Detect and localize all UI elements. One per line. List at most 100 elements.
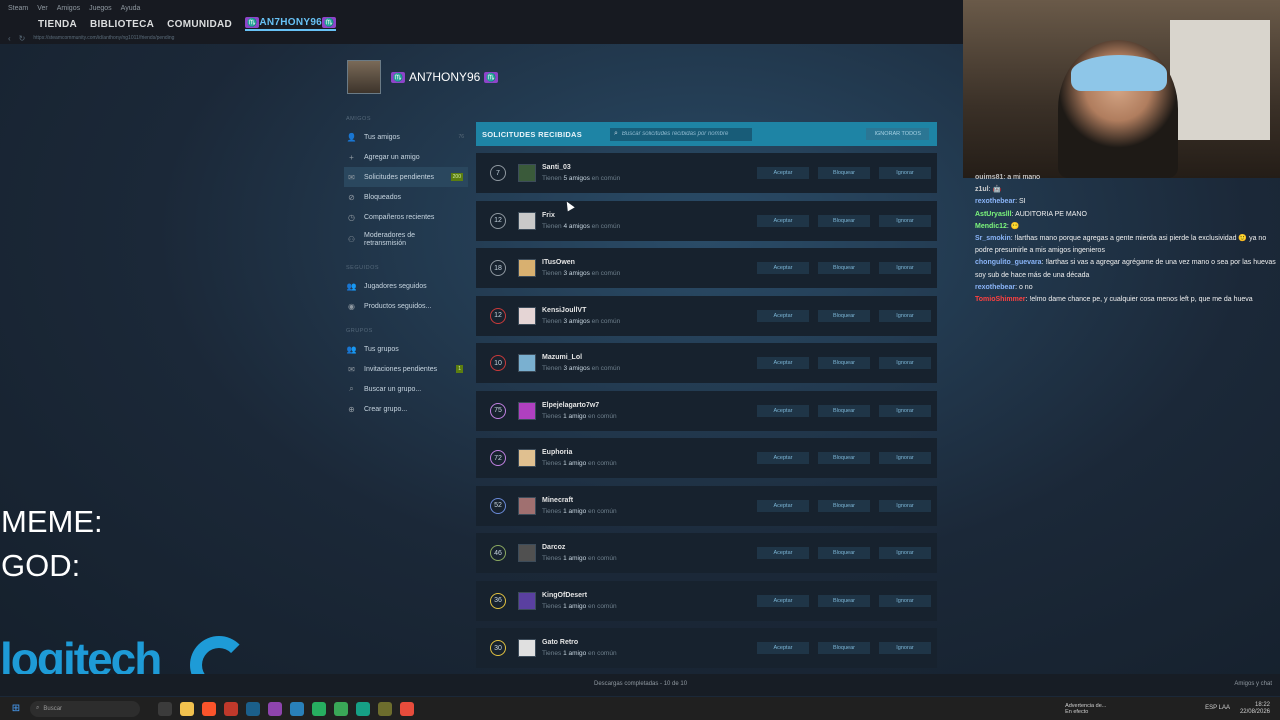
request-name[interactable]: KingOfDesert [542,592,617,599]
accept-button[interactable]: Aceptar [757,262,809,274]
avatar[interactable] [518,306,536,325]
block-button[interactable]: Bloquear [818,642,870,654]
request-name[interactable]: Mazumi_Lol [542,354,620,361]
accept-button[interactable]: Aceptar [757,357,809,369]
ignore-all-button[interactable]: IGNORAR TODOS [866,128,929,140]
sidebar-item-bloqueados[interactable]: ⊘ Bloqueados [344,187,468,207]
sidebar-item-moderadores[interactable]: ⚇ Moderadores de retransmisión [344,227,468,253]
block-button[interactable]: Bloquear [818,167,870,179]
chat-username[interactable]: chongulito_guevara [975,259,1042,266]
ignore-button[interactable]: Ignorar [879,357,931,369]
friends-chat-button[interactable]: Amigos y chat [1234,681,1272,687]
clock[interactable]: 18:22 22/08/2026 [1240,702,1270,716]
ignore-button[interactable]: Ignorar [879,642,931,654]
task-view-icon[interactable] [158,701,172,716]
chat-username[interactable]: z1ul [975,186,989,193]
minecraft-icon[interactable] [312,701,326,716]
nav-tienda[interactable]: TIENDA [38,19,77,30]
app-blue-icon[interactable] [290,701,304,716]
accept-button[interactable]: Aceptar [757,404,809,417]
ignore-button[interactable]: Ignorar [879,167,931,179]
menu-juegos[interactable]: Juegos [89,5,112,12]
request-name[interactable]: Darcoz [542,544,617,551]
block-button[interactable]: Bloquear [818,357,870,369]
back-icon[interactable]: ‹ [8,34,11,43]
sidebar-item-tus-amigos[interactable]: 👤 Tus amigos 76 [344,127,468,147]
accept-button[interactable]: Aceptar [757,309,809,322]
block-button[interactable]: Bloquear [818,404,870,417]
chat-username[interactable]: ouims81 [975,174,1003,181]
file-explorer-icon[interactable] [180,701,194,716]
avatar[interactable] [518,259,536,277]
block-button[interactable]: Bloquear [818,309,870,322]
block-button[interactable]: Bloquear [818,499,870,512]
sidebar-item-companeros-recientes[interactable]: ◷ Compañeros recientes [344,207,468,227]
sidebar-item-jugadores-seguidos[interactable]: 👥 Jugadores seguidos [344,276,468,296]
sidebar-item-agregar-amigo[interactable]: + Agregar un amigo [344,147,468,167]
request-name[interactable]: Elpejelagarto7w7 [542,402,617,409]
ignore-button[interactable]: Ignorar [879,404,931,417]
block-button[interactable]: Bloquear [818,262,870,274]
accept-button[interactable]: Aceptar [757,499,809,512]
menu-ayuda[interactable]: Ayuda [121,5,141,12]
app-green-icon[interactable] [334,701,348,716]
request-name[interactable]: Frix [542,212,620,219]
avatar[interactable] [518,639,536,657]
chat-username[interactable]: Mendic12 [975,223,1007,230]
block-button[interactable]: Bloquear [818,214,870,227]
accept-button[interactable]: Aceptar [757,214,809,227]
request-name[interactable]: ITusOwen [542,259,620,266]
ignore-button[interactable]: Ignorar [879,452,931,464]
windows-start-icon[interactable]: ⊞ [6,703,26,714]
request-name[interactable]: Minecraft [542,497,617,504]
url-text[interactable]: https://steamcommunity.com/id/anthony/ng… [33,35,174,41]
avatar[interactable] [347,60,381,94]
search-box[interactable]: ⌕ [610,127,752,141]
brave-icon[interactable] [202,701,216,716]
app-teal-icon[interactable] [356,701,370,716]
avatar[interactable] [518,591,536,610]
nav-biblioteca[interactable]: BIBLIOTECA [90,19,154,30]
request-name[interactable]: Euphoria [542,449,617,456]
avatar[interactable] [518,496,536,515]
chat-username[interactable]: AstUryaslll [975,211,1012,218]
accept-button[interactable]: Aceptar [757,594,809,607]
sidebar-item-crear-grupo[interactable]: ⊕ Crear grupo... [344,399,468,419]
system-tray[interactable]: ESP LAA [1205,705,1230,712]
avatar[interactable] [518,164,536,182]
profile-name[interactable]: ♏ AN7HONY96 ♏ [391,70,499,84]
app-orange-icon[interactable] [400,701,414,716]
avatar[interactable] [518,544,536,562]
app-red-icon[interactable] [224,701,238,716]
block-button[interactable]: Bloquear [818,547,870,559]
steam-icon[interactable] [246,701,260,716]
ignore-button[interactable]: Ignorar [879,309,931,322]
sidebar-item-invitaciones-pendientes[interactable]: ✉ Invitaciones pendientes 1 [344,359,468,379]
block-button[interactable]: Bloquear [818,594,870,607]
reload-icon[interactable]: ↻ [19,34,26,43]
ignore-button[interactable]: Ignorar [879,547,931,559]
ignore-button[interactable]: Ignorar [879,594,931,607]
request-name[interactable]: Santi_03 [542,164,620,171]
chat-username[interactable]: rexothebear [975,284,1015,291]
chat-username[interactable]: Sr_smokin [975,235,1011,242]
request-name[interactable]: KensiJoullVT [542,307,620,314]
chat-username[interactable]: TomioShimmer [975,296,1025,303]
sidebar-item-buscar-grupo[interactable]: ⌕ Buscar un grupo... [344,379,468,399]
app-olive-icon[interactable] [378,701,392,716]
menu-ver[interactable]: Ver [37,5,48,12]
warning-notification[interactable]: Advertencia de... En efecto [1065,703,1145,715]
nav-comunidad[interactable]: COMUNIDAD [167,19,232,30]
menu-steam[interactable]: Steam [8,5,28,12]
sidebar-item-productos-seguidos[interactable]: ◉ Productos seguidos... [344,296,468,316]
accept-button[interactable]: Aceptar [757,642,809,654]
sidebar-item-tus-grupos[interactable]: 👥 Tus grupos [344,339,468,359]
avatar[interactable] [518,354,536,372]
ignore-button[interactable]: Ignorar [879,262,931,274]
taskbar-search[interactable]: ⌕ Buscar [30,700,140,717]
request-name[interactable]: Gato Retro [542,639,617,646]
avatar[interactable] [518,449,536,467]
accept-button[interactable]: Aceptar [757,167,809,179]
search-input[interactable] [621,131,747,137]
ignore-button[interactable]: Ignorar [879,214,931,227]
